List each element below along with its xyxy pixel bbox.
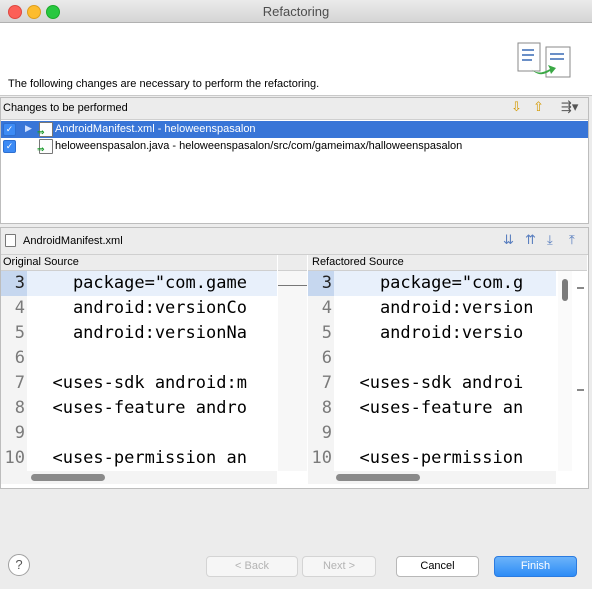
line-number: 3	[1, 271, 27, 296]
code-text: android:versionNa	[32, 323, 247, 343]
code-line: 3 package="com.game	[1, 271, 277, 296]
change-checkbox[interactable]: ✓	[3, 123, 16, 136]
original-horizontal-scrollbar[interactable]	[1, 471, 277, 484]
horizontal-scrollbar-thumb[interactable]	[31, 474, 105, 481]
code-line: 5 android:versionNa	[1, 321, 277, 346]
diff-connector-gutter	[278, 271, 307, 471]
code-line: 9	[308, 421, 556, 446]
window-title: Refactoring	[262, 4, 330, 19]
horizontal-scrollbar-thumb[interactable]	[336, 474, 420, 481]
changes-header: Changes to be performed ⇩ ⇧ ⇶▾	[1, 98, 588, 120]
vertical-scrollbar-thumb[interactable]	[562, 279, 568, 301]
line-number: 7	[308, 371, 334, 396]
refactored-source-header: Refactored Source	[308, 255, 587, 271]
line-number: 5	[1, 321, 27, 346]
code-line: 7 <uses-sdk androi	[308, 371, 556, 396]
next-difference-icon[interactable]: ⇊	[503, 233, 514, 247]
code-text: package="com.g	[339, 273, 524, 293]
original-source-pane[interactable]: 3 package="com.game 4 android:versionCo 5 …	[1, 271, 277, 471]
code-text: <uses-sdk android:m	[32, 373, 247, 393]
code-line: 9	[1, 421, 277, 446]
code-line: 4 android:version	[308, 296, 556, 321]
preview-panel: AndroidManifest.xml ⇊ ⇈ ⤓ ⤒ Original Sou…	[0, 227, 589, 489]
next-change-icon[interactable]: ⇩	[511, 100, 522, 114]
expand-arrow-icon[interactable]: ▶	[25, 123, 32, 134]
diff-connector-line	[278, 285, 307, 286]
previous-difference-icon[interactable]: ⇈	[525, 233, 536, 247]
previous-change-icon[interactable]: ⇧	[533, 100, 544, 114]
line-number: 9	[1, 421, 27, 446]
code-text: android:version	[339, 298, 534, 318]
refactored-source-label: Refactored Source	[312, 256, 404, 268]
xml-file-icon	[5, 234, 16, 247]
refactored-horizontal-scrollbar[interactable]	[308, 471, 556, 484]
previous-change-icon[interactable]: ⤒	[569, 233, 575, 247]
code-line: 8 <uses-feature an	[308, 396, 556, 421]
filter-changes-icon[interactable]: ⇶▾	[561, 100, 578, 114]
changes-tree-panel: Changes to be performed ⇩ ⇧ ⇶▾ ✓ ▶ ⇒ And…	[0, 97, 589, 224]
next-button[interactable]: Next >	[302, 556, 376, 577]
next-change-icon[interactable]: ⤓	[547, 233, 553, 247]
vertical-scrollbar[interactable]	[558, 271, 572, 471]
change-checkbox[interactable]: ✓	[3, 140, 16, 153]
line-number: 5	[308, 321, 334, 346]
change-arrow-icon: ⇒	[37, 127, 45, 137]
change-marker[interactable]	[577, 287, 584, 289]
code-text: package="com.game	[32, 273, 247, 293]
finish-button[interactable]: Finish	[494, 556, 577, 577]
code-line: 6	[1, 346, 277, 371]
line-number: 10	[1, 446, 27, 471]
banner-message: The following changes are necessary to p…	[8, 78, 320, 90]
line-number: 6	[308, 346, 334, 371]
window-titlebar: Refactoring	[0, 0, 592, 23]
line-number: 8	[308, 396, 334, 421]
line-number: 3	[308, 271, 334, 296]
cancel-button[interactable]: Cancel	[396, 556, 479, 577]
refactored-source-pane[interactable]: 3 package="com.g 4 android:version 5 andro…	[308, 271, 556, 471]
code-line: 5 android:versio	[308, 321, 556, 346]
code-text: <uses-feature andro	[32, 398, 247, 418]
change-arrow-icon: ⇒	[37, 144, 45, 154]
code-line: 7 <uses-sdk android:m	[1, 371, 277, 396]
change-item-label: heloweenspasalon.java - heloweenspasalon…	[55, 140, 463, 152]
line-number: 4	[308, 296, 334, 321]
change-marker[interactable]	[577, 389, 584, 391]
preview-file-name: AndroidManifest.xml	[23, 235, 123, 247]
line-number: 9	[308, 421, 334, 446]
changes-label: Changes to be performed	[3, 102, 128, 114]
code-line: 8 <uses-feature andro	[1, 396, 277, 421]
line-number: 6	[1, 346, 27, 371]
code-text: <uses-permission	[339, 448, 524, 468]
line-number: 10	[308, 446, 334, 471]
code-line: 6	[308, 346, 556, 371]
original-source-header: Original Source	[1, 255, 277, 271]
code-text: android:versio	[339, 323, 524, 343]
line-number: 4	[1, 296, 27, 321]
wizard-banner: The following changes are necessary to p…	[0, 23, 592, 96]
help-button[interactable]: ?	[8, 554, 30, 576]
code-line: 10 <uses-permission an	[1, 446, 277, 471]
change-item-label: AndroidManifest.xml - heloweenspasalon	[55, 123, 256, 135]
back-button[interactable]: < Back	[206, 556, 298, 577]
code-line: 10 <uses-permission	[308, 446, 556, 471]
code-line: 4 android:versionCo	[1, 296, 277, 321]
original-source-label: Original Source	[3, 256, 79, 268]
change-item-java[interactable]: ✓ ⇒ heloweenspasalon.java - heloweenspas…	[1, 138, 588, 155]
code-text: <uses-sdk androi	[339, 373, 524, 393]
code-text: android:versionCo	[32, 298, 247, 318]
overview-ruler	[574, 271, 587, 471]
refactoring-wizard-icon	[517, 42, 571, 78]
line-number: 8	[1, 396, 27, 421]
code-text: <uses-permission an	[32, 448, 247, 468]
line-number: 7	[1, 371, 27, 396]
change-item-androidmanifest[interactable]: ✓ ▶ ⇒ AndroidManifest.xml - heloweenspas…	[1, 121, 588, 138]
code-line: 3 package="com.g	[308, 271, 556, 296]
code-text: <uses-feature an	[339, 398, 524, 418]
pane-divider-header	[278, 255, 307, 271]
preview-header: AndroidManifest.xml ⇊ ⇈ ⤓ ⤒	[1, 228, 588, 255]
